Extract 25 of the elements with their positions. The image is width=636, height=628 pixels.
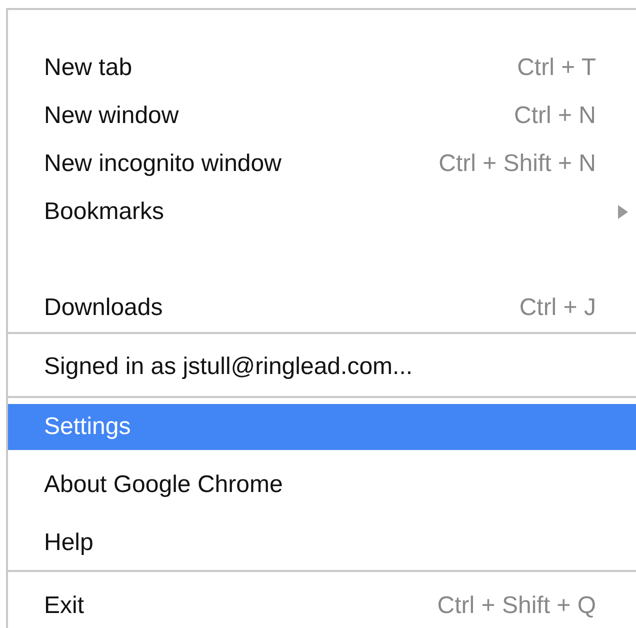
menu-item[interactable]: Bookmarks bbox=[8, 188, 636, 236]
menu-item-label: Signed in as jstull@ringlead.com... bbox=[44, 353, 414, 381]
menu-item[interactable]: Help bbox=[8, 520, 636, 566]
menu-item-label: Bookmarks bbox=[44, 198, 166, 226]
shortcut-label: Ctrl + N bbox=[514, 102, 596, 130]
shortcut-label: Ctrl + Shift + N bbox=[438, 150, 596, 178]
menu-item-label: Help bbox=[44, 529, 94, 557]
menu-item-label: New window bbox=[44, 102, 180, 130]
menu-item[interactable]: Exit Ctrl + Shift + Q bbox=[8, 572, 636, 628]
menu-item[interactable]: New incognito window Ctrl + Shift + N bbox=[8, 140, 636, 188]
menu-item[interactable]: Downloads Ctrl + J bbox=[8, 284, 636, 332]
menu-item-label: About Google Chrome bbox=[44, 471, 284, 499]
menu-item-label: New tab bbox=[44, 54, 134, 82]
menu-item[interactable]: New tab Ctrl + T bbox=[8, 44, 636, 92]
menu-item[interactable]: Settings bbox=[8, 404, 636, 450]
menu-item-label: Exit bbox=[44, 592, 86, 620]
shortcut-label: Ctrl + Shift + Q bbox=[437, 592, 596, 620]
menu-item-label: Downloads bbox=[44, 294, 164, 322]
menu-item-label: Settings bbox=[44, 413, 132, 441]
shortcut-label: Ctrl + J bbox=[519, 294, 596, 322]
shortcut-label: Ctrl + T bbox=[517, 54, 596, 82]
menu-item-label: New incognito window bbox=[44, 150, 282, 178]
menu-item[interactable]: Signed in as jstull@ringlead.com... bbox=[8, 334, 636, 396]
menu-item[interactable]: About Google Chrome bbox=[8, 462, 636, 508]
menu-item[interactable]: New window Ctrl + N bbox=[8, 92, 636, 140]
